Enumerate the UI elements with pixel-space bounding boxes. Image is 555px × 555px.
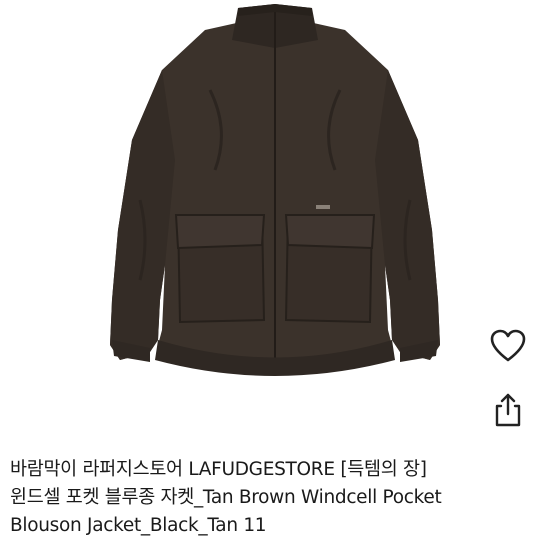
product-image[interactable]	[0, 0, 555, 440]
share-button[interactable]	[486, 388, 530, 432]
product-detail-page: 바람막이 라퍼지스토어 LAFUDGESTORE [득템의 장] 윈드셀 포켓 …	[0, 0, 555, 555]
product-title-line: 바람막이 라퍼지스토어 LAFUDGESTORE [득템의 장]	[10, 459, 427, 480]
product-title: 바람막이 라퍼지스토어 LAFUDGESTORE [득템의 장] 윈드셀 포켓 …	[10, 456, 548, 540]
heart-outline-icon	[490, 329, 526, 362]
like-button[interactable]	[486, 324, 530, 368]
jacket-illustration	[110, 4, 440, 376]
product-title-line: Blouson Jacket_Black_Tan 11	[10, 515, 267, 536]
product-title-line: 윈드셀 포켓 블루종 자켓_Tan Brown Windcell Pocket	[10, 487, 442, 508]
share-upload-icon	[495, 393, 521, 427]
